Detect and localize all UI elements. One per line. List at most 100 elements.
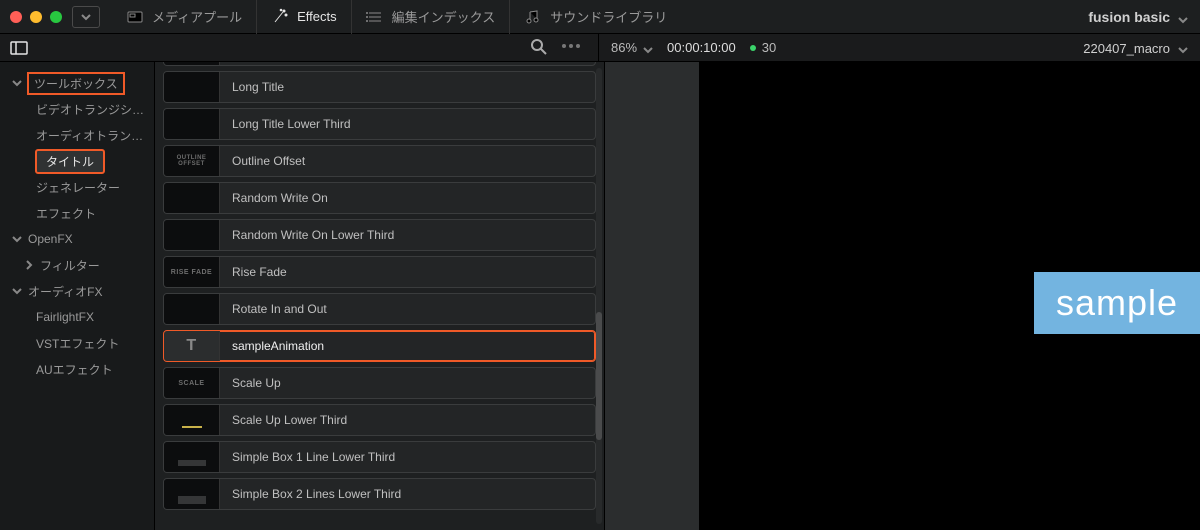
sidebar-titles[interactable]: タイトル (0, 148, 154, 174)
sidebar-au[interactable]: AUエフェクト (0, 356, 154, 382)
chevron-down-icon (12, 78, 22, 88)
frame-count: 30 (750, 40, 776, 55)
sidebar-effects[interactable]: エフェクト (0, 200, 154, 226)
label: ビデオトランジシ… (36, 101, 144, 118)
fx-thumb (164, 183, 220, 213)
fx-label: Long Title Lower Third (220, 117, 351, 131)
dropdown-button[interactable] (72, 6, 100, 28)
sidebar-generators[interactable]: ジェネレーター (0, 174, 154, 200)
thumb-text: OUTLINE OFFSET (164, 155, 219, 167)
category-sidebar: ツールボックス ビデオトランジシ… オーディオトラン… タイトル ジェネレーター… (0, 62, 155, 530)
fx-row-simple-box-2[interactable]: Simple Box 2 Lines Lower Third (163, 478, 596, 510)
fx-row-outline-offset[interactable]: OUTLINE OFFSET Outline Offset (163, 145, 596, 177)
status-dot-icon (750, 45, 756, 51)
fx-thumb (164, 220, 220, 250)
viewer-panel: sample (605, 62, 1200, 530)
label: フィルター (40, 257, 100, 274)
fx-thumb (164, 109, 220, 139)
effects-icon (271, 8, 289, 26)
fx-label: Long Title (220, 80, 284, 94)
edit-index-icon (366, 8, 384, 26)
scrollbar-track (596, 68, 602, 524)
fx-row-rotate-in-and-out[interactable]: Rotate In and Out (163, 293, 596, 325)
text-template-icon: T (186, 337, 196, 355)
scrollbar-thumb[interactable] (596, 312, 602, 440)
fx-label: Rotate In and Out (220, 302, 327, 316)
label: VSTエフェクト (36, 335, 119, 352)
window-controls (10, 11, 62, 23)
fx-row-jitter-lower-third[interactable]: JITTER Jitter Lower Third (163, 62, 596, 66)
sidebar-audio-transitions[interactable]: オーディオトラン… (0, 122, 154, 148)
sidebar-audiofx[interactable]: オーディオFX (0, 278, 154, 304)
chevron-down-icon (12, 234, 22, 244)
project-selector[interactable]: fusion basic (1088, 0, 1188, 34)
sidebar-video-transitions[interactable]: ビデオトランジシ… (0, 96, 154, 122)
clip-selector[interactable]: 220407_macro (1083, 34, 1188, 62)
top-menubar: メディアプール Effects 編集インデックス サウンドライブラリ fusio… (0, 0, 1200, 34)
fx-row-scale-up[interactable]: SCALE Scale Up (163, 367, 596, 399)
fx-label: Simple Box 1 Line Lower Third (220, 450, 395, 464)
frame-value: 30 (762, 40, 776, 55)
label: オーディオトラン… (36, 127, 143, 144)
project-name: fusion basic (1088, 9, 1170, 25)
effects-label: Effects (297, 9, 337, 24)
secondary-toolbar: 86% 00:00:10:00 30 220407_macro (0, 34, 1200, 62)
effects-list-pane: JITTER Jitter Lower Third Long Title Lon… (155, 62, 605, 530)
chevron-down-icon (643, 43, 653, 53)
chevron-right-icon (24, 260, 34, 270)
minimize-window-icon[interactable] (30, 11, 42, 23)
timecode-display[interactable]: 00:00:10:00 (667, 40, 736, 55)
fx-label: sampleAnimation (220, 339, 324, 353)
chevron-down-icon (12, 286, 22, 296)
clip-name: 220407_macro (1083, 41, 1170, 56)
fx-thumb (164, 72, 220, 102)
main-area: ツールボックス ビデオトランジシ… オーディオトラン… タイトル ジェネレーター… (0, 62, 1200, 530)
fx-thumb: JITTER (164, 62, 220, 65)
fx-row-long-title[interactable]: Long Title (163, 71, 596, 103)
sidebar-toolbox[interactable]: ツールボックス (0, 70, 154, 96)
viewer-canvas[interactable]: sample (699, 62, 1200, 530)
fx-thumb (164, 442, 220, 472)
media-pool-tab[interactable]: メディアプール (112, 0, 257, 34)
fx-label: Random Write On (220, 191, 328, 205)
search-icon[interactable] (530, 38, 548, 56)
fx-row-random-write-on-lower-third[interactable]: Random Write On Lower Third (163, 219, 596, 251)
fx-thumb (164, 405, 220, 435)
sound-library-icon (524, 8, 542, 26)
sound-library-tab[interactable]: サウンドライブラリ (510, 0, 681, 34)
fx-thumb: RISE FADE (164, 257, 220, 287)
fx-row-long-title-lower-third[interactable]: Long Title Lower Third (163, 108, 596, 140)
sidebar-vst[interactable]: VSTエフェクト (0, 330, 154, 356)
effects-tab[interactable]: Effects (257, 0, 352, 34)
more-options-icon[interactable] (562, 44, 580, 48)
fx-row-scale-up-lower-third[interactable]: Scale Up Lower Third (163, 404, 596, 436)
zoom-selector[interactable]: 86% (611, 40, 653, 55)
close-window-icon[interactable] (10, 11, 22, 23)
fx-thumb: SCALE (164, 368, 220, 398)
fx-label: Outline Offset (220, 154, 305, 168)
label: ジェネレーター (36, 179, 120, 196)
fx-row-random-write-on[interactable]: Random Write On (163, 182, 596, 214)
sidebar-filters[interactable]: フィルター (0, 252, 154, 278)
panel-toggle-button[interactable] (6, 37, 32, 59)
sound-library-label: サウンドライブラリ (550, 7, 667, 26)
fx-thumb: OUTLINE OFFSET (164, 146, 220, 176)
fx-thumb: T (164, 331, 220, 361)
edit-index-label: 編集インデックス (392, 7, 496, 26)
maximize-window-icon[interactable] (50, 11, 62, 23)
sidebar-openfx[interactable]: OpenFX (0, 226, 154, 252)
media-pool-label: メディアプール (152, 7, 242, 26)
label: タイトル (36, 150, 104, 173)
fx-row-simple-box-1[interactable]: Simple Box 1 Line Lower Third (163, 441, 596, 473)
fx-label: Rise Fade (220, 265, 287, 279)
label: AUエフェクト (36, 361, 113, 378)
chevron-down-icon (1178, 12, 1188, 22)
fx-row-rise-fade[interactable]: RISE FADE Rise Fade (163, 256, 596, 288)
label: OpenFX (28, 232, 73, 246)
edit-index-tab[interactable]: 編集インデックス (352, 0, 511, 34)
fx-row-sample-animation[interactable]: T sampleAnimation (163, 330, 596, 362)
thumb-text: RISE FADE (171, 269, 212, 276)
sidebar-fairlightfx[interactable]: FairlightFX (0, 304, 154, 330)
chevron-down-icon (1178, 43, 1188, 53)
fx-label: Simple Box 2 Lines Lower Third (220, 487, 401, 501)
